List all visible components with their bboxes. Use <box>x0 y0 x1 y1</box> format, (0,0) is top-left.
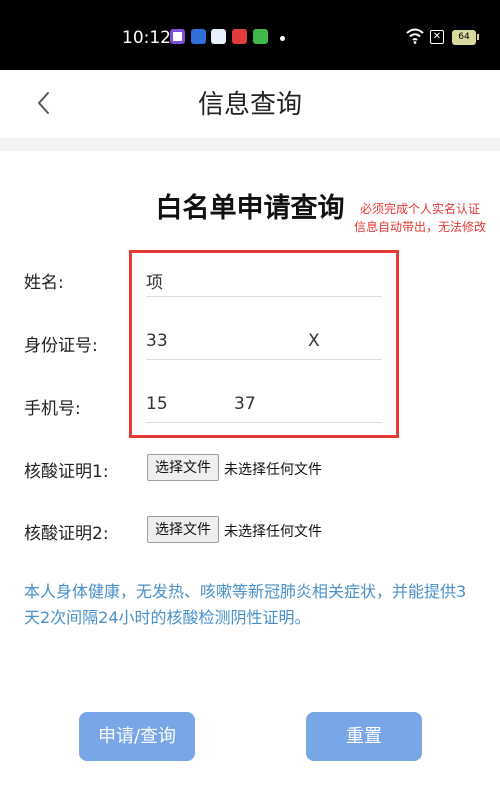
app-notification-icon-3 <box>211 29 226 44</box>
app-notification-icon-4 <box>232 29 247 44</box>
battery-tip <box>477 34 479 40</box>
submit-query-button[interactable]: 申请/查询 <box>79 712 195 761</box>
reset-button[interactable]: 重置 <box>306 712 422 761</box>
page-title: 信息查询 <box>197 90 302 120</box>
app-notification-icon-2 <box>191 29 206 44</box>
app-notification-icon-5 <box>253 29 268 44</box>
highlight-frame <box>129 250 399 438</box>
status-time: 10:12 <box>122 28 171 48</box>
annotation-line-2: 信息自动带出，无法修改 <box>353 220 486 234</box>
status-bar: 10:12 ✕ 64 <box>0 0 500 70</box>
phone-label: 手机号: <box>24 399 81 419</box>
cert2-choose-file-button[interactable]: 选择文件 <box>147 516 219 543</box>
cert1-label: 核酸证明1: <box>24 462 109 482</box>
no-sim-icon: ✕ <box>430 30 444 44</box>
health-notice: 本人身体健康，无发热、咳嗽等新冠肺炎相关症状，并能提供3天2次间隔24小时的核酸… <box>24 582 467 627</box>
annotation-note: 必须完成个人实名认证 信息自动带出，无法修改 <box>345 200 495 236</box>
status-more-dot <box>280 36 285 41</box>
wifi-icon <box>406 28 424 44</box>
name-label: 姓名: <box>24 273 64 293</box>
id-number-label: 身份证号: <box>24 336 98 356</box>
cert2-label: 核酸证明2: <box>24 524 109 544</box>
cert2-file-status: 未选择任何文件 <box>224 524 322 540</box>
cert1-file-status: 未选择任何文件 <box>224 462 322 478</box>
header-divider <box>0 139 500 151</box>
cert1-choose-file-button[interactable]: 选择文件 <box>147 454 219 481</box>
annotation-line-1: 必须完成个人实名认证 <box>359 202 480 216</box>
navigation-bar: 信息查询 <box>0 70 500 139</box>
app-notification-icon-1 <box>170 29 185 44</box>
battery-icon: 64 <box>452 30 476 45</box>
